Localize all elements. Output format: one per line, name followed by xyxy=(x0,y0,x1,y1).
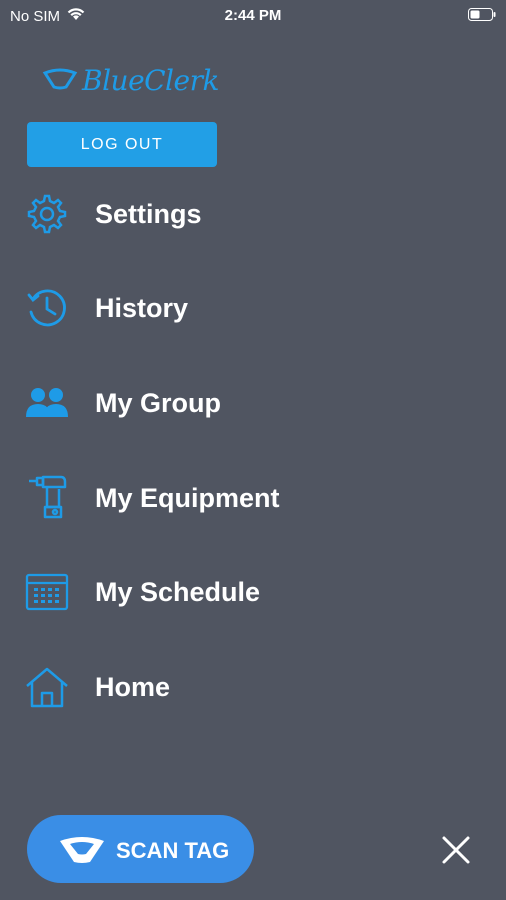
scan-tag-label: SCAN TAG xyxy=(116,838,230,863)
status-time: 2:44 PM xyxy=(224,7,282,24)
menu-item-my-equipment[interactable]: My Equipment xyxy=(0,451,506,545)
gear-icon xyxy=(24,191,70,237)
menu-label-settings: Settings xyxy=(95,198,202,229)
menu-item-settings[interactable]: Settings xyxy=(0,167,506,261)
menu-item-my-schedule[interactable]: My Schedule xyxy=(0,545,506,639)
scan-tag-icon xyxy=(57,835,107,865)
status-bar: No SIM 2:44 PM xyxy=(0,0,506,30)
menu-item-my-group[interactable]: My Group xyxy=(0,356,506,450)
menu-label-home: Home xyxy=(95,671,171,702)
logo-text: BlueClerk xyxy=(82,64,219,97)
history-icon xyxy=(24,285,70,331)
close-icon[interactable] xyxy=(436,830,476,870)
scan-tag-button[interactable]: SCAN TAG xyxy=(27,815,254,883)
group-icon xyxy=(24,380,70,426)
menu-label-my-group: My Group xyxy=(95,387,221,418)
logout-button[interactable]: LOG OUT xyxy=(27,122,217,167)
menu-label-my-equipment: My Equipment xyxy=(95,482,280,513)
brand-logo: BlueClerk xyxy=(42,64,219,97)
battery-icon xyxy=(468,8,496,21)
home-icon xyxy=(24,664,70,710)
drill-icon xyxy=(24,475,70,521)
calendar-icon xyxy=(24,569,70,615)
menu-label-history: History xyxy=(95,292,189,323)
menu-item-history[interactable]: History xyxy=(0,261,506,355)
menu-item-home[interactable]: Home xyxy=(0,640,506,734)
menu-label-my-schedule: My Schedule xyxy=(95,576,261,607)
logo-mark-icon xyxy=(42,64,78,97)
